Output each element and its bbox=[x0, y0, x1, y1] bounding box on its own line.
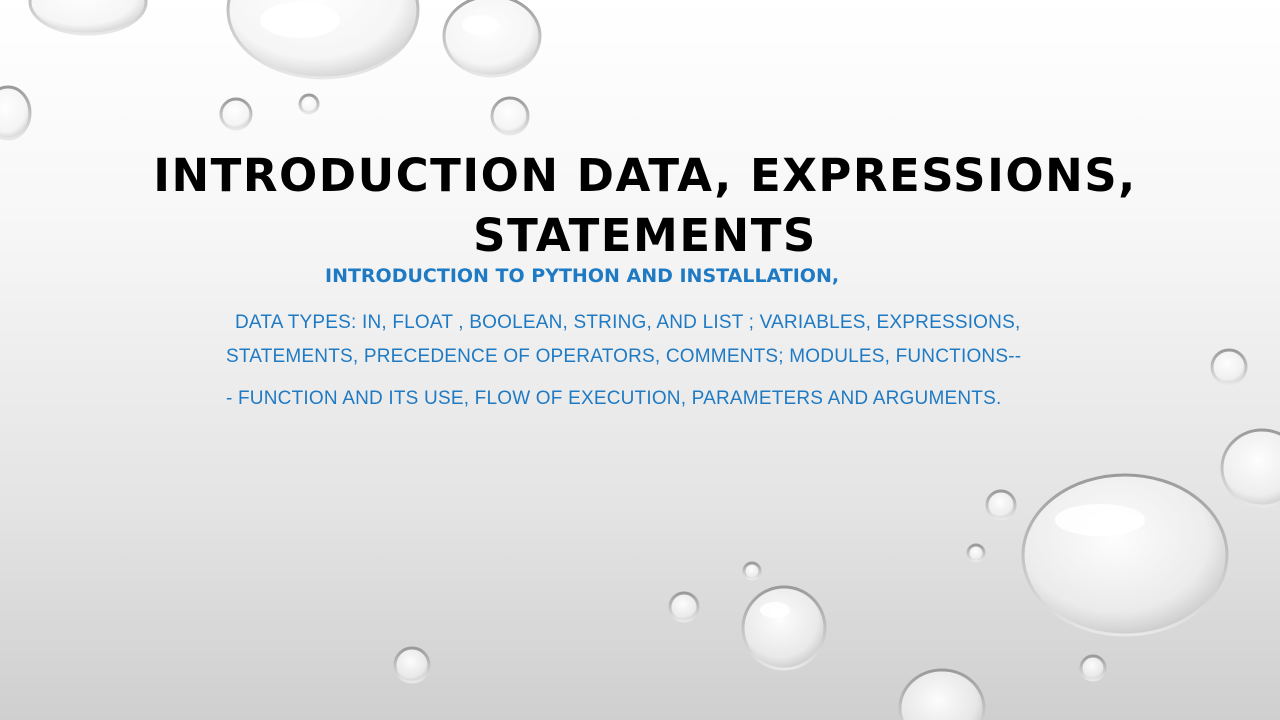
body-line-3: - function and its use, flow of executio… bbox=[226, 388, 1002, 409]
body-line-1: data types: In, float , boolean, string,… bbox=[235, 312, 1021, 333]
slide-title: Introduction Data, Expressions, Statemen… bbox=[153, 149, 1137, 262]
slide-subtitle: Introduction to Python and installation, bbox=[325, 265, 840, 287]
slide: Introduction Data, Expressions, Statemen… bbox=[0, 0, 1280, 720]
body-line-2: statements, precedence of operators, com… bbox=[226, 346, 1022, 367]
